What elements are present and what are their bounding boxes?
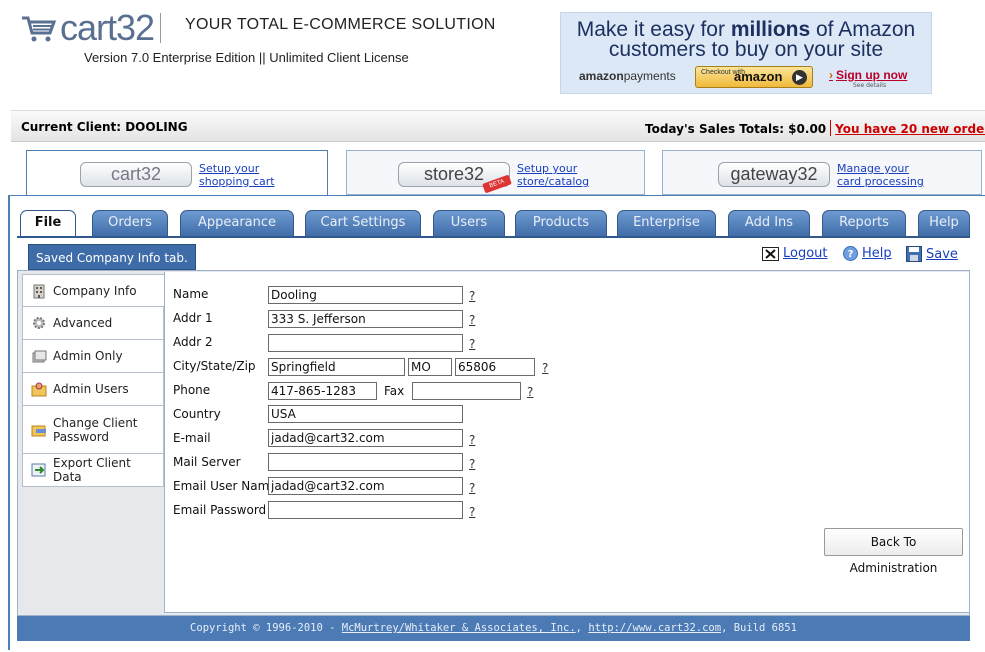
side-item-admin-only[interactable]: Admin Only (22, 340, 164, 373)
status-message: Saved Company Info tab. (28, 244, 196, 270)
tab-enterprise[interactable]: Enterprise (617, 210, 716, 237)
checkout-with-amazon-button[interactable]: Checkout with amazon ▶ (695, 66, 813, 88)
email-label: E-mail (173, 431, 211, 445)
brand-name: cart32 (60, 7, 155, 48)
city-state-zip-help[interactable]: ? (542, 361, 548, 375)
addr2-label: Addr 2 (173, 335, 213, 349)
phone-fax-help[interactable]: ? (527, 385, 533, 399)
company-link[interactable]: McMurtrey/Whitaker & Associates, Inc. (342, 622, 576, 634)
email-password-label: Email Password (173, 503, 267, 517)
country-field[interactable] (268, 405, 463, 423)
help-icon: ? (843, 246, 858, 261)
cart32-setup-link[interactable]: Setup your shopping cart (199, 162, 275, 188)
fax-label: Fax (384, 384, 405, 398)
tab-products[interactable]: Products (515, 210, 607, 237)
back-to-administration-button[interactable]: Back To Administration (824, 528, 963, 575)
email-user-name-field[interactable] (268, 477, 463, 495)
phone-label: Phone (173, 383, 211, 397)
addr1-label: Addr 1 (173, 311, 213, 325)
product-tab-gateway32[interactable]: gateway32 Manage your card processing (662, 150, 982, 195)
city-state-zip-label: City/State/Zip (173, 359, 256, 373)
store32-button[interactable]: store32 BETA (398, 162, 512, 194)
logout-button[interactable]: Logout (762, 246, 828, 261)
tab-add-ins[interactable]: Add Ins (728, 210, 810, 237)
name-field[interactable] (268, 286, 463, 304)
email-help[interactable]: ? (469, 433, 475, 447)
current-client: Current Client: DOOLING (21, 120, 188, 134)
ad-headline: Make it easy for millions of Amazon (576, 18, 916, 41)
sales-summary: Today's Sales Totals: $0.00 You have 20 n… (645, 120, 985, 136)
users-folder-icon (31, 382, 47, 397)
floppy-disk-icon (906, 246, 922, 262)
gear-icon (33, 317, 45, 329)
name-help[interactable]: ? (469, 289, 475, 303)
store32-setup-link[interactable]: Setup your store/catalog (517, 162, 589, 188)
close-box-icon (762, 246, 779, 261)
side-item-company-info[interactable]: Company Info (22, 274, 164, 307)
amazon-payments-logo: amazonpayments (579, 69, 676, 83)
side-item-admin-users[interactable]: Admin Users (22, 373, 164, 406)
city-field[interactable] (268, 358, 405, 376)
tab-appearance[interactable]: Appearance (180, 210, 294, 237)
state-field[interactable] (408, 358, 452, 376)
version-info: Version 7.0 Enterprise Edition || Unlimi… (84, 50, 409, 65)
export-icon (31, 463, 46, 477)
ad-subline: customers to buy on your site (608, 38, 884, 61)
addr1-help[interactable]: ? (469, 313, 475, 327)
product-tab-cart32[interactable]: cart32 Setup your shopping cart (26, 150, 328, 196)
cart32-button[interactable]: cart32 (80, 162, 192, 187)
building-icon (33, 284, 45, 298)
tab-orders[interactable]: Orders (92, 210, 168, 237)
side-item-export-client-data[interactable]: Export Client Data (22, 454, 164, 487)
zip-field[interactable] (455, 358, 535, 376)
product-tab-store32[interactable]: store32 BETA Setup your store/catalog (346, 150, 645, 195)
save-button[interactable]: Save (906, 246, 958, 262)
beta-badge: BETA (482, 174, 512, 194)
amazon-payments-ad[interactable]: Make it easy for millions of Amazon cust… (560, 12, 932, 94)
email-user-name-label: Email User Name (173, 479, 277, 493)
cart32-logo: cart32 (20, 10, 169, 46)
country-label: Country (173, 407, 221, 421)
name-label: Name (173, 287, 209, 301)
email-password-field[interactable] (268, 501, 463, 519)
tagline: YOUR TOTAL E-COMMERCE SOLUTION (185, 16, 496, 33)
sign-up-link[interactable]: › Sign up now (829, 68, 907, 82)
client-bar: Current Client: DOOLING Today's Sales To… (11, 110, 985, 142)
see-details-link[interactable]: See details (853, 82, 886, 89)
mail-server-label: Mail Server (173, 455, 241, 469)
footer: Copyright © 1996-2010 - McMurtrey/Whitak… (17, 616, 970, 641)
tab-help[interactable]: Help (918, 210, 970, 237)
svg-text:?: ? (848, 249, 854, 260)
tab-users[interactable]: Users (433, 210, 505, 237)
email-user-name-help[interactable]: ? (469, 481, 475, 495)
tab-cart-settings[interactable]: Cart Settings (305, 210, 421, 237)
addr2-help[interactable]: ? (469, 337, 475, 351)
document-stack-icon (32, 350, 47, 363)
play-icon: ▶ (792, 70, 807, 85)
side-item-advanced[interactable]: Advanced (22, 307, 164, 340)
key-folder-icon (31, 425, 46, 436)
phone-field[interactable] (268, 382, 377, 400)
tab-file[interactable]: File (20, 210, 76, 238)
fax-field[interactable] (412, 382, 521, 400)
gateway32-button[interactable]: gateway32 (718, 162, 830, 187)
gateway32-manage-link[interactable]: Manage your card processing (837, 162, 924, 188)
mail-server-field[interactable] (268, 453, 463, 471)
header-divider (160, 13, 162, 43)
tab-reports[interactable]: Reports (822, 210, 906, 237)
addr1-field[interactable] (268, 310, 463, 328)
email-field[interactable] (268, 429, 463, 447)
email-password-help[interactable]: ? (469, 505, 475, 519)
addr2-field[interactable] (268, 334, 463, 352)
side-item-change-client-password[interactable]: Change Client Password (22, 406, 164, 454)
website-link[interactable]: http://www.cart32.com (588, 622, 721, 634)
new-orders-link[interactable]: You have 20 new orders (835, 122, 985, 136)
mail-server-help[interactable]: ? (469, 457, 475, 471)
shopping-cart-icon (22, 16, 57, 42)
help-button[interactable]: ? Help (843, 246, 892, 261)
side-menu: Company Info Advanced Admin Only Admin U… (22, 274, 164, 487)
